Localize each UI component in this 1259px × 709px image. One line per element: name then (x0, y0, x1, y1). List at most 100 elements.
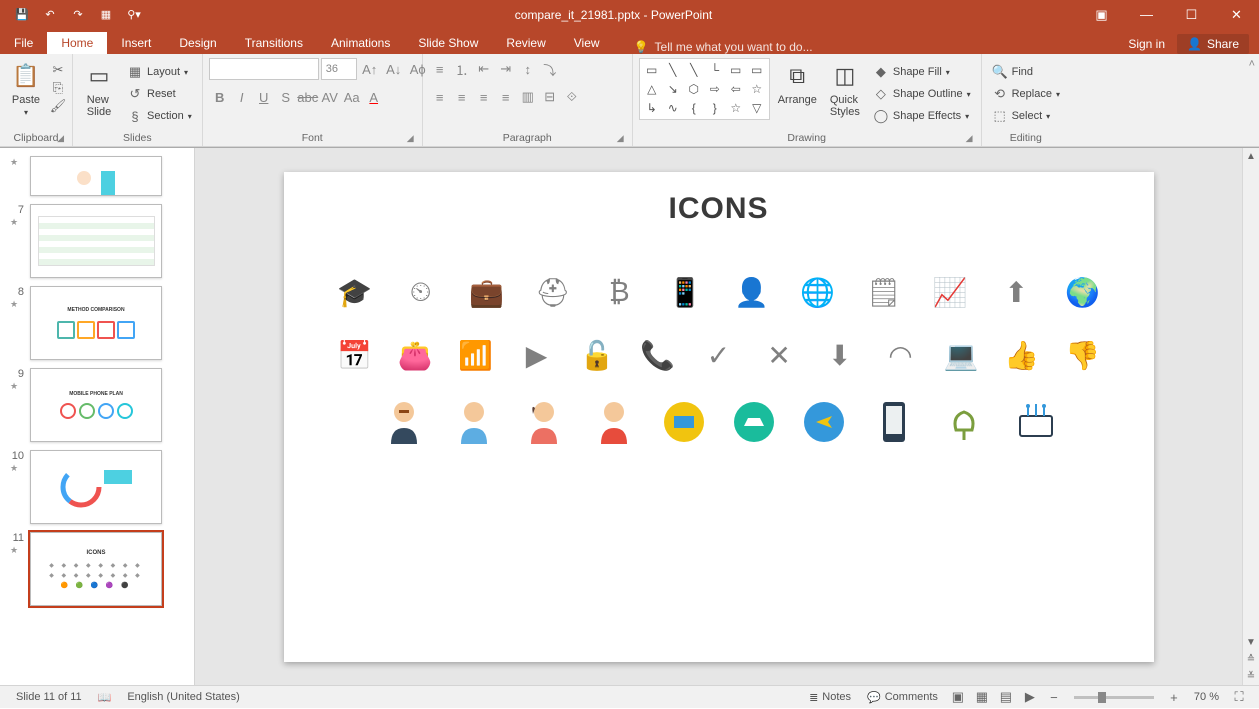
tech-monitor-icon[interactable] (1014, 402, 1054, 442)
layout-button[interactable]: ▦Layout▾ (123, 62, 196, 82)
zoom-in-icon[interactable]: + (1162, 686, 1186, 709)
copy-icon[interactable]: ⎘ (50, 80, 66, 96)
train-circle-icon[interactable] (664, 402, 704, 442)
dashboard-icon[interactable]: ⏲ (396, 276, 446, 309)
shape-effects-button[interactable]: ◯Shape Effects▾ (869, 106, 975, 126)
slide-canvas[interactable]: ICONS 🎓 ⏲ 💼 ⛑ ₿ 📱 👤 🌐 🗒 📈 ⬆ 🌍 📅 👛 📶 ▶ (195, 148, 1242, 685)
numbering-icon[interactable]: ⒈ (451, 58, 473, 80)
start-from-beginning-icon[interactable]: ▦ (92, 3, 120, 27)
smartart-icon[interactable]: ⟐ (561, 86, 583, 108)
world-icon[interactable]: 🌍 (1057, 276, 1107, 309)
arrange-button[interactable]: ⧉ Arrange (774, 58, 821, 108)
font-name-combo[interactable] (209, 58, 319, 80)
maximize-icon[interactable]: ☐ (1169, 0, 1214, 29)
italic-icon[interactable]: I (231, 86, 253, 108)
medical-kit-icon[interactable]: ⛑ (528, 276, 578, 309)
cut-icon[interactable]: ✂ (50, 62, 66, 78)
reading-view-icon[interactable]: ▤ (994, 686, 1018, 709)
qat-more-icon[interactable]: ⚲▾ (120, 3, 148, 27)
decrease-font-icon[interactable]: A↓ (383, 58, 405, 80)
chart-line-icon[interactable]: 📈 (925, 276, 975, 309)
strike-icon[interactable]: abc (297, 86, 319, 108)
section-button[interactable]: §Section▾ (123, 106, 196, 126)
reset-button[interactable]: ↺Reset (123, 84, 196, 104)
person-child-icon[interactable] (594, 402, 634, 442)
tab-design[interactable]: Design (165, 32, 230, 54)
thumbs-down-icon[interactable]: 👎 (1057, 339, 1107, 372)
zoom-out-icon[interactable]: − (1042, 686, 1066, 709)
smartphone-icon[interactable]: 📱 (660, 276, 710, 309)
increase-indent-icon[interactable]: ⇥ (495, 58, 517, 80)
thumb-11[interactable]: 11★ ICONS◆ ◆ ◆ ◆ ◆ ◆ ◆ ◆◆ ◆ ◆ ◆ ◆ ◆ ◆ ◆🟠… (0, 528, 194, 610)
align-right-icon[interactable]: ≡ (473, 86, 495, 108)
sign-in-link[interactable]: Sign in (1128, 37, 1165, 51)
quick-styles-button[interactable]: ◫ Quick Styles (825, 58, 865, 120)
paste-button[interactable]: 📋 Paste ▾ (6, 58, 46, 119)
text-direction-icon[interactable]: ⤵ (539, 58, 561, 80)
comments-button[interactable]: 💬 Comments (859, 686, 946, 709)
phone-icon[interactable]: 📞 (633, 339, 683, 372)
underline-icon[interactable]: U (253, 86, 275, 108)
thumb-8[interactable]: 8★ METHOD COMPARISON (0, 282, 194, 364)
align-text-icon[interactable]: ⊟ (539, 86, 561, 108)
shadow-icon[interactable]: S (275, 86, 297, 108)
redo-icon[interactable]: ↷ (64, 3, 92, 27)
font-size-combo[interactable]: 36 (321, 58, 357, 80)
person-businessman-icon[interactable] (384, 402, 424, 442)
tab-transitions[interactable]: Transitions (231, 32, 317, 54)
download-icon[interactable]: ⬇ (815, 339, 865, 372)
tab-animations[interactable]: Animations (317, 32, 404, 54)
collapse-ribbon-icon[interactable]: ˄ (1245, 54, 1259, 146)
zoom-slider[interactable] (1074, 696, 1154, 699)
tab-file[interactable]: File (0, 32, 47, 54)
phone-device-icon[interactable] (874, 402, 914, 442)
bitcoin-icon[interactable]: ₿ (594, 276, 644, 309)
slideshow-view-icon[interactable]: ▶ (1018, 686, 1042, 709)
next-slide-icon[interactable]: ≚ (1243, 668, 1259, 685)
increase-font-icon[interactable]: A↑ (359, 58, 381, 80)
replace-button[interactable]: ⟲Replace▾ (988, 84, 1064, 104)
justify-icon[interactable]: ≡ (495, 86, 517, 108)
notes-button[interactable]: ≣ Notes (801, 686, 859, 709)
columns-icon[interactable]: ▥ (517, 86, 539, 108)
cross-icon[interactable]: ✕ (754, 339, 804, 372)
tab-home[interactable]: Home (47, 32, 107, 54)
thumb-9[interactable]: 9★ MOBILE PHONE PLAN (0, 364, 194, 446)
slide-title[interactable]: ICONS (324, 192, 1114, 226)
person-female-icon[interactable] (524, 402, 564, 442)
graduation-cap-icon[interactable]: 🎓 (330, 276, 380, 309)
align-left-icon[interactable]: ≡ (429, 86, 451, 108)
gauge-icon[interactable]: ◠ (875, 339, 925, 372)
close-icon[interactable]: ✕ (1214, 0, 1259, 29)
zoom-level[interactable]: 70 % (1186, 686, 1227, 709)
format-painter-icon[interactable]: 🖌 (50, 98, 66, 114)
shape-fill-button[interactable]: ◆Shape Fill▾ (869, 62, 975, 82)
find-button[interactable]: 🔍Find (988, 62, 1064, 82)
minimize-icon[interactable]: — (1124, 0, 1169, 29)
vertical-scrollbar[interactable]: ▲ ▼ ≙ ≚ (1242, 148, 1259, 685)
slide-counter[interactable]: Slide 11 of 11 (8, 686, 90, 709)
tab-review[interactable]: Review (492, 32, 559, 54)
tab-slideshow[interactable]: Slide Show (404, 32, 492, 54)
ribbon-options-icon[interactable]: ▣ (1079, 0, 1124, 29)
bold-icon[interactable]: B (209, 86, 231, 108)
calendar-icon[interactable]: 📅 (330, 339, 380, 372)
video-icon[interactable]: ▶ (511, 339, 561, 372)
decrease-indent-icon[interactable]: ⇤ (473, 58, 495, 80)
thumb-10[interactable]: 10★ (0, 446, 194, 528)
tree-icon[interactable] (944, 402, 984, 442)
wallet-icon[interactable]: 👛 (390, 339, 440, 372)
sorter-view-icon[interactable]: ▦ (970, 686, 994, 709)
bullets-icon[interactable]: ≡ (429, 58, 451, 80)
add-user-icon[interactable]: 👤 (727, 276, 777, 309)
plane-circle-icon[interactable] (804, 402, 844, 442)
thumb-7[interactable]: 7★ (0, 200, 194, 282)
briefcase-icon[interactable]: 💼 (462, 276, 512, 309)
thumbs-up-icon[interactable]: 👍 (997, 339, 1047, 372)
normal-view-icon[interactable]: ▣ (946, 686, 970, 709)
share-button[interactable]: 👤 Share (1177, 34, 1249, 54)
shapes-gallery[interactable]: ▭╲╲└▭▭ △↘⬡⇨⇦☆ ↳∿{}☆▽ (639, 58, 770, 120)
align-center-icon[interactable]: ≡ (451, 86, 473, 108)
tab-view[interactable]: View (560, 32, 614, 54)
notepad-icon[interactable]: 🗒 (859, 276, 909, 309)
